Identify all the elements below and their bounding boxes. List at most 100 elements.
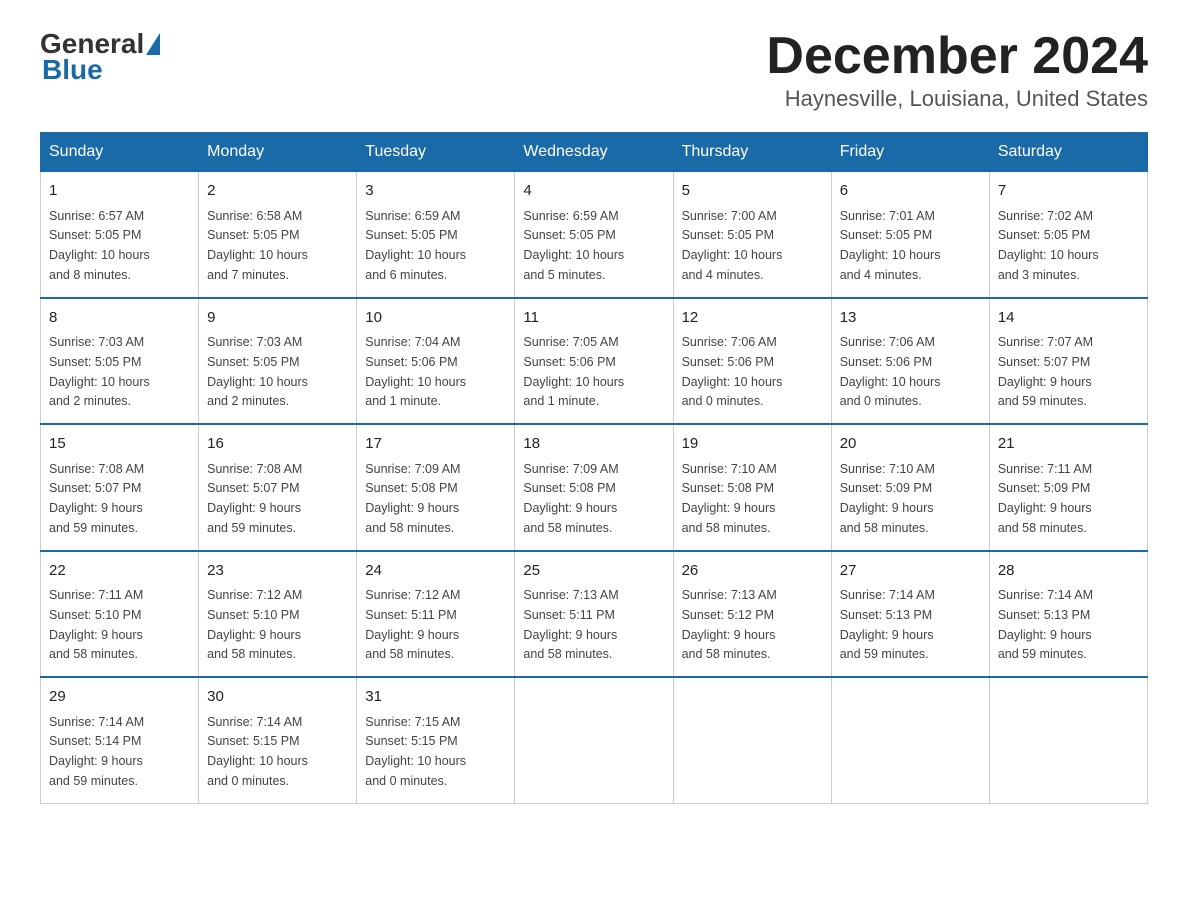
day-number: 10 (365, 307, 506, 330)
day-number: 25 (523, 560, 664, 583)
day-info: Sunrise: 7:00 AM Sunset: 5:05 PM Dayligh… (682, 209, 783, 282)
day-number: 11 (523, 307, 664, 330)
calendar-cell: 9 Sunrise: 7:03 AM Sunset: 5:05 PM Daylig… (199, 298, 357, 425)
calendar-week-row: 22 Sunrise: 7:11 AM Sunset: 5:10 PM Dayli… (41, 551, 1148, 678)
day-number: 20 (840, 433, 981, 456)
calendar-cell (831, 677, 989, 803)
logo-blue-text: Blue (42, 54, 103, 86)
day-info: Sunrise: 7:01 AM Sunset: 5:05 PM Dayligh… (840, 209, 941, 282)
calendar-cell: 23 Sunrise: 7:12 AM Sunset: 5:10 PM Dayli… (199, 551, 357, 678)
day-info: Sunrise: 6:57 AM Sunset: 5:05 PM Dayligh… (49, 209, 150, 282)
day-info: Sunrise: 7:07 AM Sunset: 5:07 PM Dayligh… (998, 335, 1093, 408)
day-number: 13 (840, 307, 981, 330)
calendar-cell: 27Sunrise: 7:14 AM Sunset: 5:13 PM Dayli… (831, 551, 989, 678)
calendar-table: SundayMondayTuesdayWednesdayThursdayFrid… (40, 132, 1148, 804)
day-number: 19 (682, 433, 823, 456)
day-info: Sunrise: 7:13 AM Sunset: 5:12 PM Dayligh… (682, 588, 777, 661)
calendar-week-row: 8 Sunrise: 7:03 AM Sunset: 5:05 PM Daylig… (41, 298, 1148, 425)
calendar-cell: 4 Sunrise: 6:59 AM Sunset: 5:05 PM Daylig… (515, 172, 673, 298)
day-number: 21 (998, 433, 1139, 456)
day-number: 14 (998, 307, 1139, 330)
day-info: Sunrise: 7:03 AM Sunset: 5:05 PM Dayligh… (207, 335, 308, 408)
calendar-week-row: 15 Sunrise: 7:08 AM Sunset: 5:07 PM Dayli… (41, 424, 1148, 551)
day-info: Sunrise: 7:09 AM Sunset: 5:08 PM Dayligh… (523, 462, 618, 535)
calendar-cell: 17 Sunrise: 7:09 AM Sunset: 5:08 PM Dayli… (357, 424, 515, 551)
day-number: 30 (207, 686, 348, 709)
calendar-cell: 28 Sunrise: 7:14 AM Sunset: 5:13 PM Dayli… (989, 551, 1147, 678)
day-number: 9 (207, 307, 348, 330)
day-number: 2 (207, 180, 348, 203)
calendar-week-row: 1 Sunrise: 6:57 AM Sunset: 5:05 PM Daylig… (41, 172, 1148, 298)
day-number: 15 (49, 433, 190, 456)
day-info: Sunrise: 7:14 AM Sunset: 5:13 PM Dayligh… (998, 588, 1093, 661)
calendar-cell: 26 Sunrise: 7:13 AM Sunset: 5:12 PM Dayli… (673, 551, 831, 678)
calendar-cell: 13 Sunrise: 7:06 AM Sunset: 5:06 PM Dayli… (831, 298, 989, 425)
day-number: 23 (207, 560, 348, 583)
calendar-cell: 10 Sunrise: 7:04 AM Sunset: 5:06 PM Dayli… (357, 298, 515, 425)
calendar-cell: 1 Sunrise: 6:57 AM Sunset: 5:05 PM Daylig… (41, 172, 199, 298)
day-info: Sunrise: 7:13 AM Sunset: 5:11 PM Dayligh… (523, 588, 618, 661)
day-number: 22 (49, 560, 190, 583)
day-number: 27 (840, 560, 981, 583)
day-info: Sunrise: 6:59 AM Sunset: 5:05 PM Dayligh… (365, 209, 466, 282)
calendar-cell: 30 Sunrise: 7:14 AM Sunset: 5:15 PM Dayli… (199, 677, 357, 803)
calendar-cell: 5 Sunrise: 7:00 AM Sunset: 5:05 PM Daylig… (673, 172, 831, 298)
calendar-cell: 29 Sunrise: 7:14 AM Sunset: 5:14 PM Dayli… (41, 677, 199, 803)
logo-triangle-icon (146, 33, 160, 55)
calendar-cell: 3Sunrise: 6:59 AM Sunset: 5:05 PM Daylig… (357, 172, 515, 298)
day-info: Sunrise: 7:08 AM Sunset: 5:07 PM Dayligh… (49, 462, 144, 535)
day-info: Sunrise: 7:12 AM Sunset: 5:11 PM Dayligh… (365, 588, 460, 661)
calendar-cell: 2 Sunrise: 6:58 AM Sunset: 5:05 PM Daylig… (199, 172, 357, 298)
calendar-cell: 6Sunrise: 7:01 AM Sunset: 5:05 PM Daylig… (831, 172, 989, 298)
day-number: 28 (998, 560, 1139, 583)
day-info: Sunrise: 7:14 AM Sunset: 5:14 PM Dayligh… (49, 715, 144, 788)
title-block: December 2024 Haynesville, Louisiana, Un… (766, 30, 1148, 112)
calendar-header-row: SundayMondayTuesdayWednesdayThursdayFrid… (41, 133, 1148, 172)
calendar-cell: 11 Sunrise: 7:05 AM Sunset: 5:06 PM Dayli… (515, 298, 673, 425)
day-number: 18 (523, 433, 664, 456)
day-number: 31 (365, 686, 506, 709)
day-info: Sunrise: 7:02 AM Sunset: 5:05 PM Dayligh… (998, 209, 1099, 282)
calendar-cell: 14 Sunrise: 7:07 AM Sunset: 5:07 PM Dayli… (989, 298, 1147, 425)
calendar-cell: 8Sunrise: 7:03 AM Sunset: 5:05 PM Daylig… (41, 298, 199, 425)
day-info: Sunrise: 6:58 AM Sunset: 5:05 PM Dayligh… (207, 209, 308, 282)
day-number: 17 (365, 433, 506, 456)
calendar-cell: 24 Sunrise: 7:12 AM Sunset: 5:11 PM Dayli… (357, 551, 515, 678)
day-info: Sunrise: 7:09 AM Sunset: 5:08 PM Dayligh… (365, 462, 460, 535)
day-number: 1 (49, 180, 190, 203)
calendar-cell: 20 Sunrise: 7:10 AM Sunset: 5:09 PM Dayli… (831, 424, 989, 551)
day-number: 26 (682, 560, 823, 583)
calendar-cell (515, 677, 673, 803)
day-number: 8 (49, 307, 190, 330)
day-number: 4 (523, 180, 664, 203)
day-info: Sunrise: 7:12 AM Sunset: 5:10 PM Dayligh… (207, 588, 302, 661)
day-info: Sunrise: 7:11 AM Sunset: 5:10 PM Dayligh… (49, 588, 143, 661)
day-info: Sunrise: 7:05 AM Sunset: 5:06 PM Dayligh… (523, 335, 624, 408)
calendar-cell: 16Sunrise: 7:08 AM Sunset: 5:07 PM Dayli… (199, 424, 357, 551)
page-header: General Blue December 2024 Haynesville, … (40, 30, 1148, 112)
calendar-cell: 31Sunrise: 7:15 AM Sunset: 5:15 PM Dayli… (357, 677, 515, 803)
day-number: 16 (207, 433, 348, 456)
calendar-cell: 22 Sunrise: 7:11 AM Sunset: 5:10 PM Dayli… (41, 551, 199, 678)
day-number: 24 (365, 560, 506, 583)
day-info: Sunrise: 7:04 AM Sunset: 5:06 PM Dayligh… (365, 335, 466, 408)
calendar-cell: 25 Sunrise: 7:13 AM Sunset: 5:11 PM Dayli… (515, 551, 673, 678)
calendar-cell (989, 677, 1147, 803)
calendar-cell: 7Sunrise: 7:02 AM Sunset: 5:05 PM Daylig… (989, 172, 1147, 298)
day-number: 5 (682, 180, 823, 203)
day-header-wednesday: Wednesday (515, 133, 673, 172)
day-info: Sunrise: 7:06 AM Sunset: 5:06 PM Dayligh… (840, 335, 941, 408)
day-info: Sunrise: 7:14 AM Sunset: 5:15 PM Dayligh… (207, 715, 308, 788)
day-header-sunday: Sunday (41, 133, 199, 172)
day-number: 12 (682, 307, 823, 330)
day-header-tuesday: Tuesday (357, 133, 515, 172)
day-info: Sunrise: 7:10 AM Sunset: 5:09 PM Dayligh… (840, 462, 935, 535)
day-header-saturday: Saturday (989, 133, 1147, 172)
day-number: 29 (49, 686, 190, 709)
calendar-cell: 21 Sunrise: 7:11 AM Sunset: 5:09 PM Dayli… (989, 424, 1147, 551)
day-info: Sunrise: 6:59 AM Sunset: 5:05 PM Dayligh… (523, 209, 624, 282)
day-info: Sunrise: 7:11 AM Sunset: 5:09 PM Dayligh… (998, 462, 1092, 535)
day-header-friday: Friday (831, 133, 989, 172)
calendar-cell: 15 Sunrise: 7:08 AM Sunset: 5:07 PM Dayli… (41, 424, 199, 551)
calendar-cell: 12Sunrise: 7:06 AM Sunset: 5:06 PM Dayli… (673, 298, 831, 425)
